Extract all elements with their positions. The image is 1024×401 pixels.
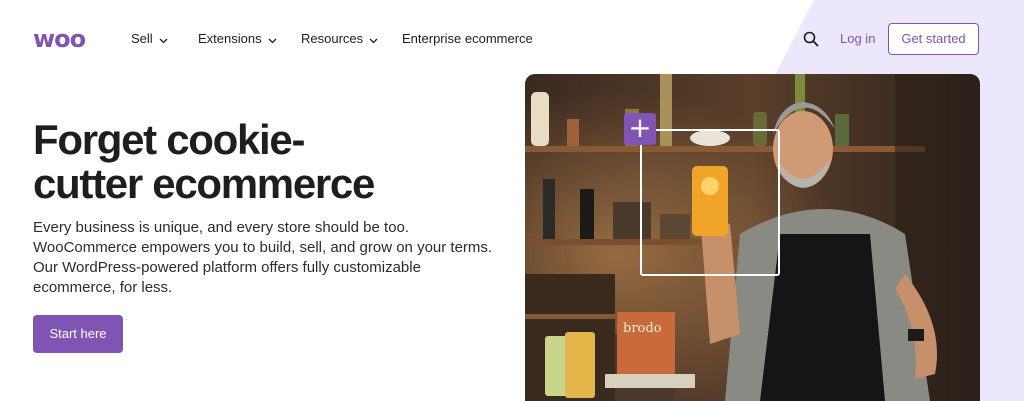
get-started-button[interactable]: Get started [888,23,979,55]
hero-description-line: WooCommerce empowers you to build, sell,… [33,239,493,256]
nav-item-label: Extensions [198,31,262,46]
top-navigation: woo Sell Extensions Resources Enterprise… [0,0,1024,66]
hero-description-line: Our WordPress-powered platform offers fu… [33,259,421,276]
hero-photo-merchant: brodo [525,74,980,401]
hero-description-line: ecommerce, for less. [33,279,173,296]
hero-title-line: cutter ecommerce [33,160,375,207]
search-icon[interactable] [803,31,819,47]
hero-title: Forget cookie- cutter ecommerce [33,118,493,206]
nav-item-label: Enterprise ecommerce [402,31,533,46]
woo-logo[interactable]: woo [33,27,86,51]
chevron-down-icon [369,32,378,48]
nav-item-extensions[interactable]: Extensions [198,31,277,48]
hero-description: Every business is unique, and every stor… [33,218,503,298]
nav-item-label: Resources [301,31,364,46]
nav-item-enterprise-ecommerce[interactable]: Enterprise ecommerce [402,31,533,47]
login-link[interactable]: Log in [840,31,875,47]
nav-item-sell[interactable]: Sell [131,31,168,48]
plus-icon[interactable]: + [624,113,656,145]
nav-item-label: Sell [131,31,153,46]
hero-title-line: Forget cookie- [33,116,305,163]
hero-description-line: Every business is unique, and every stor… [33,219,410,236]
start-here-button[interactable]: Start here [33,315,123,353]
chevron-down-icon [159,32,168,48]
brodo-book-label: brodo [623,321,662,336]
nav-item-resources[interactable]: Resources [301,31,378,48]
chevron-down-icon [268,32,277,48]
